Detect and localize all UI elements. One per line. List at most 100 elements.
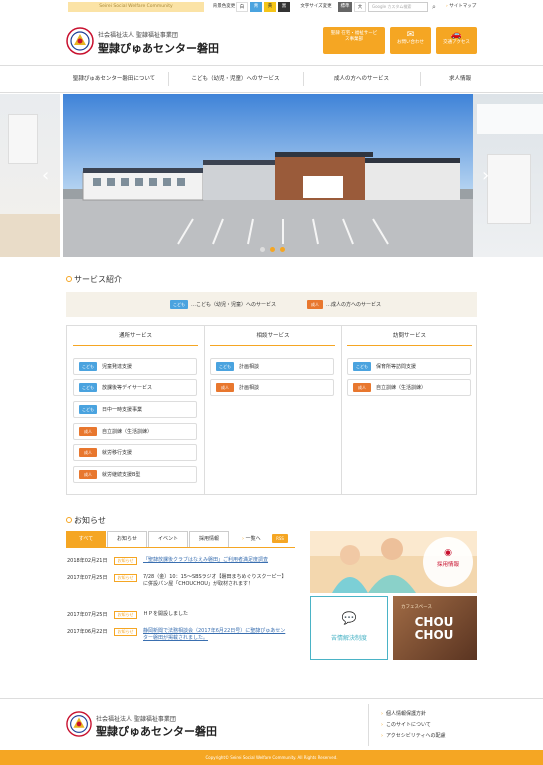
service-name: 就労移行支援	[102, 450, 133, 456]
font-size-label: 文字サイズ変更	[300, 4, 332, 9]
chouchou-banner[interactable]: カフェスペース CHOU CHOU	[393, 596, 477, 660]
footer-divider	[368, 704, 369, 746]
bg-yellow-button[interactable]: 黄	[264, 2, 276, 12]
slider-dot-2[interactable]	[270, 247, 275, 252]
service-name: 保育所等訪問支援	[376, 364, 417, 370]
service-tag: こども	[216, 362, 234, 371]
font-normal-button[interactable]: 標準	[338, 2, 352, 12]
bg-blue-button[interactable]: 青	[250, 2, 262, 12]
column-heading-consult: 相談サービス	[256, 333, 290, 339]
tab-recruit[interactable]: 採用情報	[189, 531, 229, 547]
footer-privacy-link[interactable]: 個人情報保護方針	[381, 710, 426, 717]
footer-accessibility-link[interactable]: アクセシビリティへの配慮	[381, 732, 445, 739]
copyright: Copyright© Seirei Social Welfare Communi…	[0, 750, 543, 765]
slider-dot-3[interactable]	[280, 247, 285, 252]
news-date: 2018年02月21日	[67, 558, 108, 564]
service-tag: 成人	[79, 427, 97, 436]
news-category-badge: お知らせ	[114, 557, 137, 565]
slider-dot-1[interactable]	[260, 247, 265, 252]
slider-prev-button[interactable]: ‹	[42, 165, 49, 186]
circle-bullet-icon	[66, 517, 72, 523]
cafe-label: カフェスペース	[401, 605, 432, 610]
service-item[interactable]: こども 計画相談	[210, 358, 334, 375]
nav-about[interactable]: 聖隷ぴゅあセンター磐田について	[60, 66, 168, 92]
access-button[interactable]: 🚗 交通アクセス	[436, 27, 477, 54]
column-heading-underline	[347, 345, 472, 346]
footer-about-site-link[interactable]: このサイトについて	[381, 721, 431, 728]
news-date: 2017年06月22日	[67, 629, 108, 635]
nav-child-services[interactable]: こども（幼児・児童）へのサービス	[168, 66, 303, 92]
community-label: Seirei Social Welfare Community	[68, 2, 204, 12]
service-tag: 成人	[353, 383, 371, 392]
service-name: 就労継続支援B型	[102, 472, 141, 478]
car-icon: 🚗	[450, 30, 463, 40]
nav-recruit[interactable]: 求人情報	[420, 66, 500, 92]
news-category-badge: お知らせ	[114, 628, 137, 636]
logo-icon: ◉	[444, 548, 452, 558]
column-divider	[341, 325, 342, 495]
service-item[interactable]: 成人 就労移行支援	[73, 444, 197, 461]
legend-adult-text: …成人の方へのサービス	[326, 302, 382, 308]
tab-events[interactable]: イベント	[148, 531, 188, 547]
bg-white-button[interactable]: 白	[236, 2, 248, 12]
home-services-button[interactable]: 聖隷 在宅・福祉サービス事業部	[323, 27, 385, 54]
slide-prev-preview	[0, 94, 60, 257]
tab-all[interactable]: すべて	[66, 531, 106, 547]
service-item[interactable]: 成人 自立訓練（生活訓練）	[73, 423, 197, 440]
service-tag: 成人	[79, 470, 97, 479]
news-title: 7/28（金）10：15〜SBSラジオ【磐田まちめぐりスクーピー】に併設パン屋「…	[143, 574, 287, 587]
utility-bar: Seirei Social Welfare Community 背景色変更 白 …	[0, 0, 543, 14]
complaint-label: 苦情解決制度	[330, 635, 367, 642]
tab-news[interactable]: お知らせ	[107, 531, 147, 547]
service-item[interactable]: こども 日中一時支援事業	[73, 401, 197, 418]
hero-slide-image	[63, 94, 473, 257]
font-large-button[interactable]: 大	[354, 2, 366, 12]
service-name: 自立訓練（生活訓練）	[376, 385, 427, 391]
column-heading-visit: 訪問サービス	[392, 333, 426, 339]
complaint-banner[interactable]: 💬 苦情解決制度	[310, 596, 388, 660]
news-list-link[interactable]: › 一覧へ	[242, 535, 261, 542]
contact-button[interactable]: ✉ お問い合わせ	[390, 27, 431, 54]
service-tag: こども	[79, 362, 97, 371]
service-item[interactable]: 成人 就労継続支援B型	[73, 466, 197, 483]
service-tag: 成人	[79, 448, 97, 457]
footer-org-name: 聖隷ぴゅあセンター磐田	[96, 725, 217, 738]
service-name: 自立訓練（生活訓練）	[102, 429, 153, 435]
column-heading-day: 通所サービス	[118, 333, 152, 339]
column-heading-underline	[210, 345, 335, 346]
sitemap-link[interactable]: › サイトマップ	[446, 2, 480, 12]
footer-logo-icon	[66, 711, 92, 737]
legend-adult-tag: 成人	[307, 300, 323, 309]
service-tag: こども	[79, 383, 97, 392]
rss-button[interactable]: RSS	[272, 534, 288, 543]
news-title-link[interactable]: 「聖隷放課後クラブはなえみ磐田」ご利用者満足度調査	[143, 557, 289, 564]
search-icon[interactable]: ⌕	[428, 2, 440, 12]
service-item[interactable]: 成人 計画相談	[210, 379, 334, 396]
service-item[interactable]: こども 児童発達支援	[73, 358, 197, 375]
news-title-link[interactable]: 静岡新聞で法務相談会（2017年6月22日号）に聖隷ぴゅあセンター磐田が掲載され…	[143, 628, 289, 642]
service-item[interactable]: こども 保育所等訪問支援	[347, 358, 471, 375]
service-item[interactable]: こども 放課後等デイサービス	[73, 379, 197, 396]
recruit-banner[interactable]: ◉ 採用情報	[310, 531, 477, 593]
search-input[interactable]: Google カスタム検索	[368, 2, 428, 12]
news-tab-underline	[66, 547, 295, 548]
slider-next-button[interactable]: ›	[482, 165, 489, 186]
news-heading: お知らせ	[66, 515, 106, 526]
news-title: ＨＰを開設しました	[143, 611, 189, 617]
mail-icon: ✉	[406, 30, 415, 40]
logo-icon[interactable]	[66, 27, 94, 55]
news-category-badge: お知らせ	[114, 611, 137, 619]
service-name: 計画相談	[239, 385, 260, 391]
services-legend: こども …こども（幼児・児童）へのサービス 成人 …成人の方へのサービス	[66, 292, 477, 317]
service-name: 放課後等デイサービス	[102, 385, 153, 391]
recruit-badge: ◉ 採用情報	[423, 537, 473, 587]
bg-black-button[interactable]: 黒	[278, 2, 290, 12]
org-name[interactable]: 聖隷ぴゅあセンター磐田	[98, 40, 219, 56]
column-divider	[204, 325, 205, 495]
legend-child-text: …こども（幼児・児童）へのサービス	[191, 302, 277, 308]
news-category-badge: お知らせ	[114, 574, 137, 582]
nav-adult-services[interactable]: 成人の方へのサービス	[303, 66, 420, 92]
service-name: 児童発達支援	[102, 364, 133, 370]
column-heading-underline	[73, 345, 198, 346]
service-item[interactable]: 成人 自立訓練（生活訓練）	[347, 379, 471, 396]
